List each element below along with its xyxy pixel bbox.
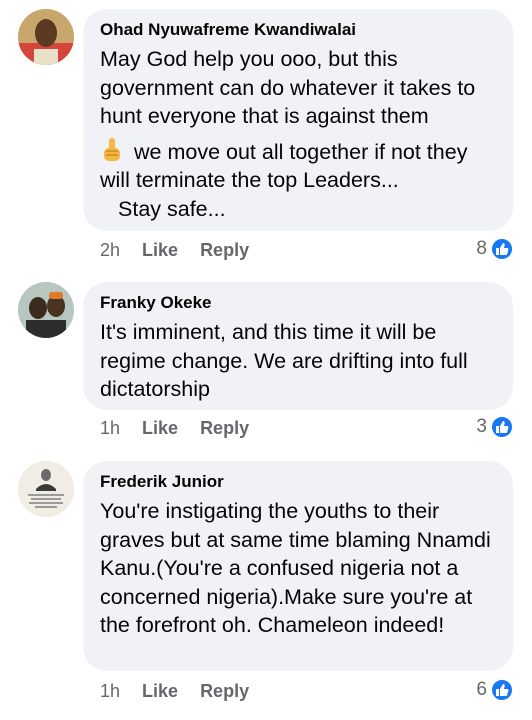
- pointing-up-icon: [100, 137, 124, 163]
- comment-paragraph: You're instigating the youths to their g…: [100, 499, 491, 637]
- reply-button[interactable]: Reply: [200, 240, 249, 261]
- reaction-summary[interactable]: 3: [476, 414, 514, 440]
- comment-author[interactable]: Franky Okeke: [100, 292, 496, 314]
- comment-timestamp[interactable]: 1h: [100, 681, 120, 702]
- comment-paragraph: May God help you ooo, but this governmen…: [100, 47, 476, 128]
- reply-button[interactable]: Reply: [200, 418, 249, 439]
- comment-bubble: Franky Okeke It's imminent, and this tim…: [83, 282, 513, 410]
- comment-author[interactable]: Frederik Junior: [100, 471, 496, 493]
- avatar[interactable]: [18, 282, 74, 338]
- thumbs-up-icon: [490, 415, 514, 439]
- comment-paragraph-with-emoji: we move out all together if not they wil…: [100, 137, 496, 195]
- comment-timestamp[interactable]: 2h: [100, 240, 120, 261]
- thumbs-up-icon: [490, 678, 514, 702]
- comment-bubble: Frederik Junior You're instigating the y…: [83, 461, 513, 671]
- avatar[interactable]: [18, 461, 74, 517]
- reply-button[interactable]: Reply: [200, 681, 249, 702]
- thumbs-up-icon: [490, 237, 514, 261]
- reaction-count: 6: [476, 679, 487, 700]
- comment-bubble: Ohad Nyuwafreme Kwandiwalai May God help…: [83, 9, 513, 231]
- like-button[interactable]: Like: [142, 240, 178, 261]
- comment-actions: 1h Like Reply: [100, 416, 249, 440]
- comment-actions: 1h Like Reply: [100, 679, 249, 703]
- reaction-count: 8: [476, 238, 487, 259]
- comment-paragraph-text: we move out all together if not they wil…: [100, 139, 468, 193]
- comment-timestamp[interactable]: 1h: [100, 418, 120, 439]
- comment-text: May God help you ooo, but this governmen…: [100, 45, 496, 223]
- comment-paragraph: Stay safe...: [118, 196, 226, 221]
- comment-text: You're instigating the youths to their g…: [100, 497, 496, 640]
- reaction-count: 3: [476, 416, 487, 437]
- comment-paragraph: It's imminent, and this time it will be …: [100, 320, 468, 401]
- avatar[interactable]: [18, 9, 74, 65]
- comment-author[interactable]: Ohad Nyuwafreme Kwandiwalai: [100, 19, 496, 41]
- reaction-summary[interactable]: 6: [476, 677, 514, 703]
- comment-text: It's imminent, and this time it will be …: [100, 318, 496, 404]
- comment-actions: 2h Like Reply: [100, 238, 249, 262]
- like-button[interactable]: Like: [142, 418, 178, 439]
- like-button[interactable]: Like: [142, 681, 178, 702]
- reaction-summary[interactable]: 8: [476, 236, 514, 262]
